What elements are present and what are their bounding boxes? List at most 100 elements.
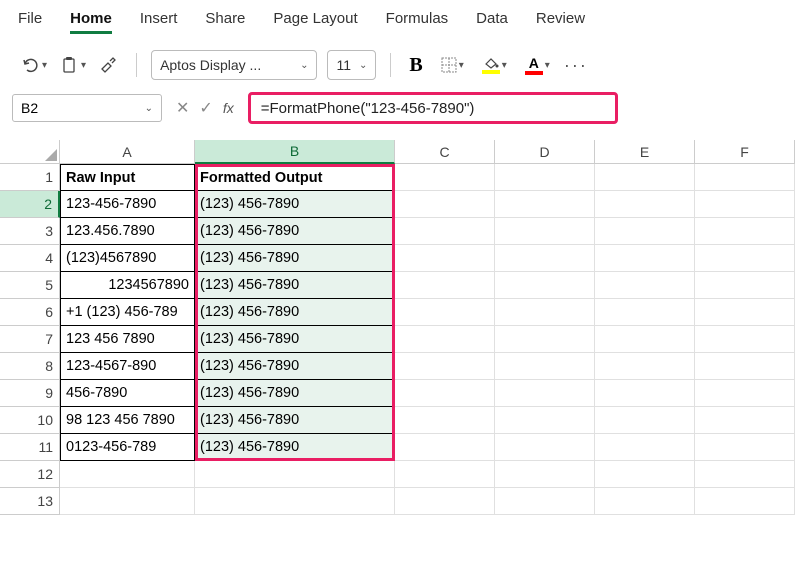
cell[interactable]: 0123-456-789 [60, 434, 195, 461]
row-header[interactable]: 10 [0, 407, 60, 434]
cell[interactable] [395, 299, 495, 326]
cell[interactable]: +1 (123) 456-789 [60, 299, 195, 326]
cell[interactable] [595, 488, 695, 515]
row-header[interactable]: 3 [0, 218, 60, 245]
cell[interactable] [395, 488, 495, 515]
cell[interactable] [595, 326, 695, 353]
fx-icon[interactable]: fx [223, 100, 234, 116]
cell[interactable]: (123) 456-7890 [195, 299, 395, 326]
cell[interactable] [695, 407, 795, 434]
format-painter-button[interactable] [94, 52, 122, 78]
menu-data[interactable]: Data [476, 10, 508, 34]
cell[interactable] [695, 488, 795, 515]
cell[interactable] [495, 407, 595, 434]
cell[interactable]: 123.456.7890 [60, 218, 195, 245]
cell[interactable] [595, 407, 695, 434]
row-header[interactable]: 12 [0, 461, 60, 488]
select-all-button[interactable] [0, 140, 60, 164]
cell[interactable] [695, 164, 795, 191]
cell[interactable] [595, 164, 695, 191]
row-header[interactable]: 2 [0, 191, 60, 218]
cell[interactable] [395, 407, 495, 434]
row-header[interactable]: 8 [0, 353, 60, 380]
cell[interactable] [495, 326, 595, 353]
cell[interactable] [395, 380, 495, 407]
formula-input[interactable]: =FormatPhone("123-456-7890") [248, 92, 618, 124]
col-header-a[interactable]: A [60, 140, 195, 164]
cell[interactable] [495, 461, 595, 488]
menu-share[interactable]: Share [205, 10, 245, 34]
cell[interactable]: 98 123 456 7890 [60, 407, 195, 434]
cell[interactable] [495, 434, 595, 461]
menu-formulas[interactable]: Formulas [386, 10, 449, 34]
cell[interactable] [495, 191, 595, 218]
more-options-button[interactable]: ··· [564, 55, 588, 76]
cell[interactable] [395, 218, 495, 245]
cell[interactable] [395, 326, 495, 353]
cell[interactable] [695, 272, 795, 299]
row-header[interactable]: 5 [0, 272, 60, 299]
cell[interactable] [695, 326, 795, 353]
cell[interactable] [395, 245, 495, 272]
cancel-formula-icon[interactable]: ✕ [176, 98, 189, 118]
cell[interactable] [395, 434, 495, 461]
cell[interactable]: 123 456 7890 [60, 326, 195, 353]
cell[interactable] [60, 488, 195, 515]
row-header[interactable]: 7 [0, 326, 60, 353]
menu-file[interactable]: File [18, 10, 42, 34]
menu-review[interactable]: Review [536, 10, 585, 34]
cell[interactable] [695, 299, 795, 326]
cell[interactable]: (123) 456-7890 [195, 272, 395, 299]
cell[interactable] [595, 299, 695, 326]
cell[interactable]: (123) 456-7890 [195, 245, 395, 272]
col-header-c[interactable]: C [395, 140, 495, 164]
cell[interactable] [495, 299, 595, 326]
cell[interactable]: (123) 456-7890 [195, 191, 395, 218]
cell[interactable] [495, 488, 595, 515]
cell[interactable] [395, 164, 495, 191]
cell[interactable] [495, 245, 595, 272]
col-header-d[interactable]: D [495, 140, 595, 164]
cell[interactable]: (123) 456-7890 [195, 407, 395, 434]
cell[interactable]: 123-4567-890 [60, 353, 195, 380]
font-color-button[interactable]: A ▾ [521, 53, 554, 78]
row-header[interactable]: 11 [0, 434, 60, 461]
col-header-b[interactable]: B [195, 140, 395, 164]
col-header-e[interactable]: E [595, 140, 695, 164]
cell[interactable]: (123) 456-7890 [195, 434, 395, 461]
cell[interactable]: 123-456-7890 [60, 191, 195, 218]
cell[interactable] [495, 164, 595, 191]
cell[interactable] [495, 353, 595, 380]
name-box[interactable]: B2 ⌄ [12, 94, 162, 122]
cell[interactable] [395, 353, 495, 380]
cell[interactable]: (123) 456-7890 [195, 326, 395, 353]
cell[interactable] [695, 191, 795, 218]
cell[interactable] [395, 461, 495, 488]
accept-formula-icon[interactable]: ✓ [199, 98, 212, 118]
undo-button[interactable]: ▾ [16, 52, 51, 78]
cell[interactable] [595, 380, 695, 407]
cell[interactable] [695, 245, 795, 272]
borders-button[interactable]: ▾ [437, 54, 468, 76]
row-header[interactable]: 9 [0, 380, 60, 407]
cell[interactable] [395, 191, 495, 218]
cell[interactable] [595, 191, 695, 218]
cell[interactable] [595, 353, 695, 380]
cell[interactable] [495, 218, 595, 245]
cell[interactable] [695, 218, 795, 245]
cell[interactable]: (123)4567890 [60, 245, 195, 272]
col-header-f[interactable]: F [695, 140, 795, 164]
cell[interactable]: 1234567890 [60, 272, 195, 299]
cell[interactable] [195, 488, 395, 515]
fill-color-button[interactable]: ▾ [478, 54, 511, 77]
cell[interactable]: (123) 456-7890 [195, 380, 395, 407]
cell[interactable] [495, 272, 595, 299]
cell[interactable]: Raw Input [60, 164, 195, 191]
cell[interactable] [595, 272, 695, 299]
cell[interactable] [695, 353, 795, 380]
cell[interactable]: Formatted Output [195, 164, 395, 191]
cell[interactable] [695, 434, 795, 461]
row-header[interactable]: 1 [0, 164, 60, 191]
menu-insert[interactable]: Insert [140, 10, 178, 34]
paste-button[interactable]: ▾ [55, 52, 90, 78]
